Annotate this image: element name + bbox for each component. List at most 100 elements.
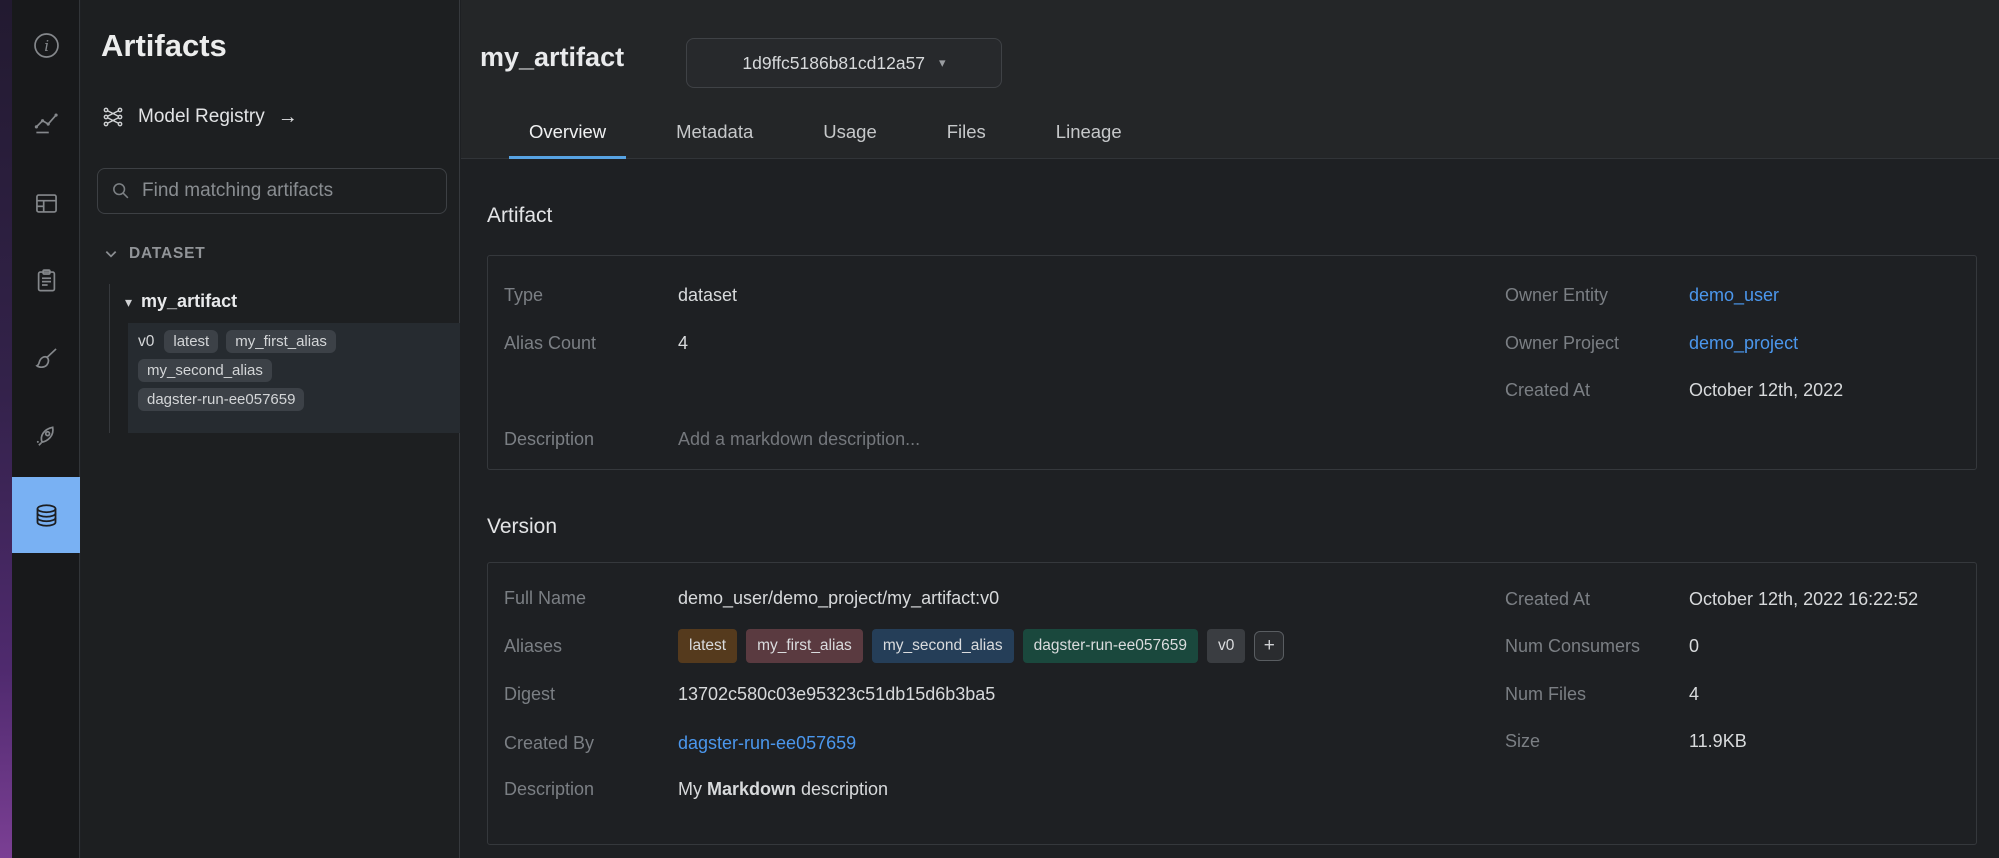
clipboard-icon [33, 267, 60, 294]
digest-label: Digest [504, 680, 678, 708]
created-by-row: Created By dagster-run-ee057659 [504, 729, 856, 757]
version-id: 1d9ffc5186b81cd12a57 [742, 53, 925, 74]
tab-overview[interactable]: Overview [509, 108, 626, 159]
created-by-link[interactable]: dagster-run-ee057659 [678, 729, 856, 757]
nav-item-launch[interactable] [12, 406, 80, 466]
num-files-row: Num Files 4 [1505, 680, 1699, 708]
version-description-label: Description [504, 775, 678, 803]
triangle-down-icon: ▾ [125, 295, 132, 309]
version-select-dropdown[interactable]: 1d9ffc5186b81cd12a57 ▾ [686, 38, 1002, 88]
nav-item-tables[interactable] [12, 173, 80, 233]
artifacts-page: i [0, 0, 1999, 858]
tree-alias-chip: dagster-run-ee057659 [138, 388, 304, 411]
nav-item-info[interactable]: i [12, 15, 80, 75]
brand-gradient-strip [0, 0, 12, 858]
artifact-description-row: Description Add a markdown description..… [504, 425, 920, 453]
artifact-search-box[interactable] [97, 168, 447, 214]
alias-chip-my-second-alias: my_second_alias [872, 629, 1014, 663]
tab-files[interactable]: Files [927, 108, 1006, 159]
tree-version-line-2: my_second_alias [138, 359, 450, 382]
line-chart-icon [33, 110, 60, 137]
caret-down-icon: ▾ [939, 55, 946, 71]
tree-alias-chip: latest [164, 330, 218, 353]
svg-text:i: i [44, 36, 49, 54]
owner-project-link[interactable]: demo_project [1689, 329, 1798, 357]
owner-entity-link[interactable]: demo_user [1689, 281, 1779, 309]
aliases-label: Aliases [504, 632, 678, 660]
artifacts-sidebar: Artifacts Model Registry → [81, 0, 460, 858]
add-alias-button[interactable]: + [1254, 631, 1284, 661]
main-header: my_artifact 1d9ffc5186b81cd12a57 ▾ Overv… [461, 0, 1999, 159]
owner-entity-row: Owner Entity demo_user [1505, 281, 1779, 309]
owner-project-row: Owner Project demo_project [1505, 329, 1798, 357]
owner-project-label: Owner Project [1505, 329, 1689, 357]
description-placeholder[interactable]: Add a markdown description... [678, 425, 920, 453]
full-name-row: Full Name demo_user/demo_project/my_arti… [504, 584, 999, 612]
nav-rail: i [12, 0, 80, 858]
num-files-label: Num Files [1505, 680, 1689, 708]
owner-entity-label: Owner Entity [1505, 281, 1689, 309]
search-icon [110, 180, 132, 202]
nav-item-charts[interactable] [12, 93, 80, 153]
artifact-section-heading: Artifact [487, 204, 552, 228]
size-label: Size [1505, 727, 1689, 755]
page-title: my_artifact [480, 42, 624, 73]
version-description-row: Description My Markdown description [504, 775, 888, 803]
num-consumers-row: Num Consumers 0 [1505, 632, 1699, 660]
nav-item-reports[interactable] [12, 250, 80, 310]
version-section-heading: Version [487, 515, 557, 539]
tree-version-label: v0 [138, 333, 154, 351]
tree-alias-chip: my_first_alias [226, 330, 336, 353]
table-icon [33, 190, 60, 217]
tree-version-item-selected[interactable]: v0 latest my_first_alias my_second_alias… [128, 323, 460, 433]
model-registry-link[interactable]: Model Registry → [101, 105, 298, 129]
tab-usage[interactable]: Usage [803, 108, 896, 159]
artifact-panel: Type dataset Alias Count 4 Description A… [487, 255, 1977, 470]
alias-count-label: Alias Count [504, 329, 678, 357]
num-consumers-value: 0 [1689, 632, 1699, 660]
tree-version-line-3: dagster-run-ee057659 [138, 388, 450, 411]
size-value: 11.9KB [1689, 727, 1747, 755]
info-icon: i [33, 32, 60, 59]
type-label: Type [504, 281, 678, 309]
description-bold-text: Markdown [707, 779, 796, 799]
overview-content: Artifact Type dataset Alias Count 4 Desc… [461, 160, 1999, 858]
digest-row: Digest 13702c580c03e95323c51db15d6b3ba5 [504, 680, 995, 708]
nav-item-sweeps[interactable] [12, 328, 80, 388]
description-label: Description [504, 425, 678, 453]
alias-chip-list: latest my_first_alias my_second_alias da… [678, 629, 1284, 663]
tab-lineage[interactable]: Lineage [1036, 108, 1142, 159]
description-text: My [678, 779, 707, 799]
alias-chip-v0: v0 [1207, 629, 1245, 663]
num-files-value: 4 [1689, 680, 1699, 708]
num-consumers-label: Num Consumers [1505, 632, 1689, 660]
tabs-row: Overview Metadata Usage Files Lineage [461, 108, 1999, 159]
tree-group-dataset[interactable]: DATASET [103, 245, 206, 263]
nav-item-artifacts[interactable] [12, 477, 80, 553]
alias-chip-dagster-run: dagster-run-ee057659 [1023, 629, 1198, 663]
model-registry-label: Model Registry [138, 106, 265, 128]
tree-alias-chip: my_second_alias [138, 359, 272, 382]
launch-rocket-icon [33, 423, 60, 450]
tree-group-label: DATASET [129, 245, 206, 263]
version-description-value: My Markdown description [678, 775, 888, 803]
tree-artifact-label: my_artifact [141, 291, 237, 312]
version-created-at-row: Created At October 12th, 2022 16:22:52 [1505, 585, 1918, 613]
tree-node-my-artifact[interactable]: ▾ my_artifact [125, 291, 237, 312]
alias-chip-latest: latest [678, 629, 737, 663]
created-by-label: Created By [504, 729, 678, 757]
sidebar-title: Artifacts [101, 28, 227, 64]
tab-metadata[interactable]: Metadata [656, 108, 773, 159]
tree-guide-line [109, 284, 110, 433]
alias-count-value: 4 [678, 329, 688, 357]
alias-count-row: Alias Count 4 [504, 329, 688, 357]
size-row: Size 11.9KB [1505, 727, 1747, 755]
full-name-label: Full Name [504, 584, 678, 612]
aliases-row: Aliases latest my_first_alias my_second_… [504, 629, 1284, 663]
artifact-created-at-value: October 12th, 2022 [1689, 376, 1843, 404]
type-value: dataset [678, 281, 737, 309]
artifact-type-row: Type dataset [504, 281, 737, 309]
artifact-created-at-label: Created At [1505, 376, 1689, 404]
search-input[interactable] [142, 180, 434, 202]
version-created-at-value: October 12th, 2022 16:22:52 [1689, 585, 1918, 613]
